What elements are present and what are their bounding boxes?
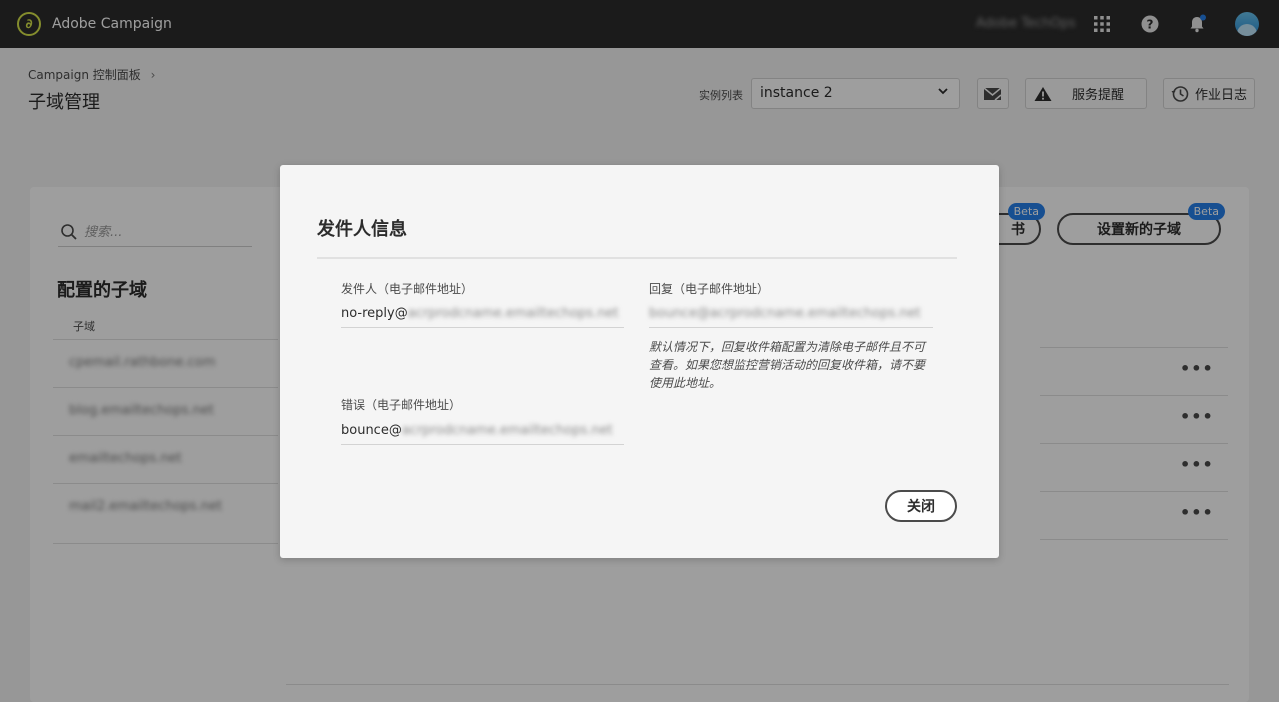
dialog-title: 发件人信息 xyxy=(317,219,407,240)
error-email-field: bounce@acrprodcname.emailtechops.net xyxy=(341,419,624,445)
from-email-domain: acrprodcname.emailtechops.net xyxy=(407,306,619,321)
reply-email-label: 回复（电子邮件地址） xyxy=(649,282,770,296)
reply-note: 默认情况下，回复收件箱配置为清除电子邮件且不可查看。如果您想监控营销活动的回复收… xyxy=(649,340,926,390)
error-email-prefix: bounce@ xyxy=(341,423,402,438)
error-email-domain: acrprodcname.emailtechops.net xyxy=(401,423,613,438)
close-button-label: 关闭 xyxy=(907,499,935,515)
reply-email-field: bounce@acrprodcname.emailtechops.net xyxy=(649,302,933,328)
from-email-field: no-reply@acrprodcname.emailtechops.net xyxy=(341,302,624,328)
reply-email-value: bounce@acrprodcname.emailtechops.net xyxy=(649,306,921,321)
divider xyxy=(317,257,957,259)
error-email-label: 错误（电子邮件地址） xyxy=(341,398,462,412)
close-button[interactable]: 关闭 xyxy=(885,490,957,522)
sender-info-dialog: 发件人信息 发件人（电子邮件地址） no-reply@acrprodcname.… xyxy=(280,165,999,558)
from-email-prefix: no-reply@ xyxy=(341,306,408,321)
from-email-label: 发件人（电子邮件地址） xyxy=(341,282,474,296)
